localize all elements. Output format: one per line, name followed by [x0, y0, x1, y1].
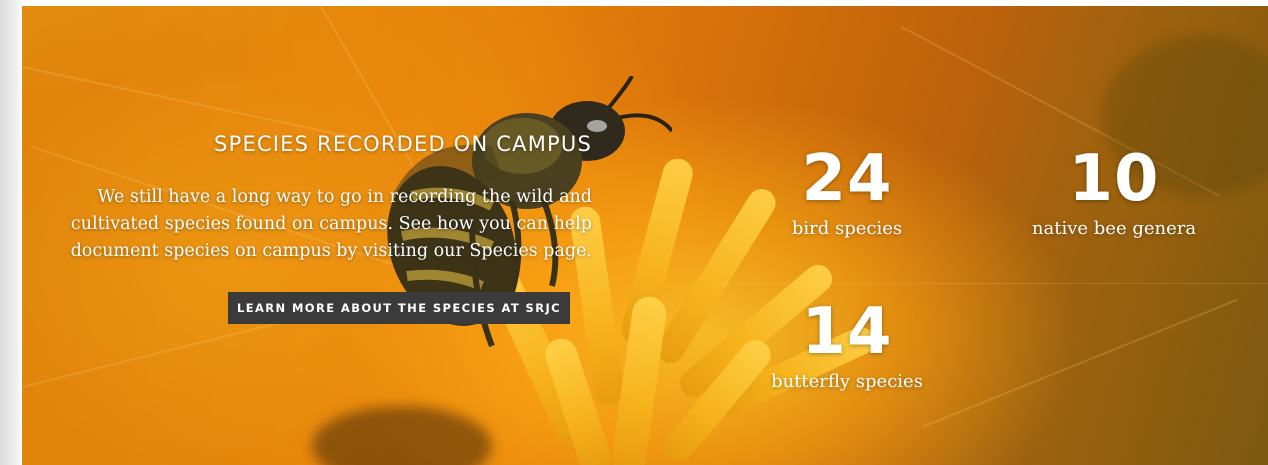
stat-native-bee-genera: 10 native bee genera	[994, 145, 1234, 241]
stat-value: 10	[1068, 142, 1160, 216]
stats-divider	[722, 283, 1268, 284]
section-description: We still have a long way to go in record…	[70, 187, 592, 261]
stat-butterfly-species: 14 butterfly species	[727, 298, 967, 394]
section-title: SPECIES RECORDED ON CAMPUS	[214, 132, 592, 156]
stat-label: butterfly species	[771, 371, 923, 392]
learn-more-species-button[interactable]: LEARN MORE ABOUT THE SPECIES AT SRJC	[228, 292, 570, 324]
stat-label: native bee genera	[1031, 218, 1197, 239]
stat-bird-species: 24 bird species	[727, 145, 967, 241]
stat-label: bird species	[791, 218, 903, 239]
stat-value: 14	[801, 295, 893, 369]
stat-value: 24	[801, 142, 893, 216]
